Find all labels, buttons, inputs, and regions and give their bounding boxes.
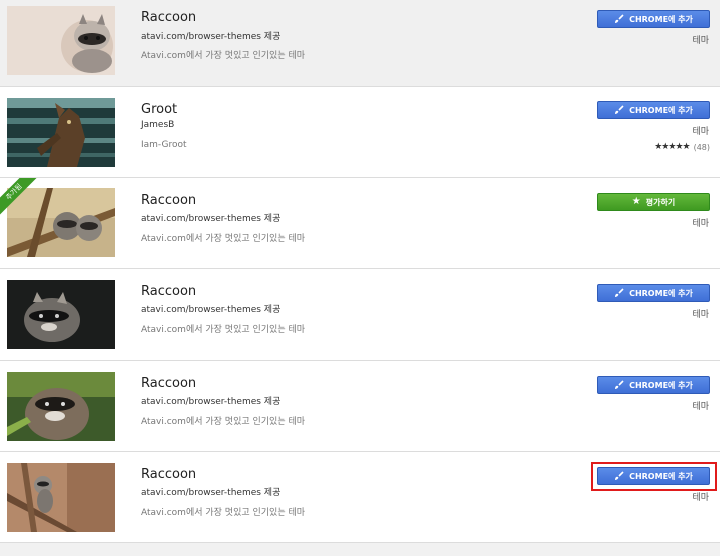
theme-thumbnail[interactable] bbox=[7, 280, 115, 349]
brush-icon bbox=[614, 380, 624, 390]
theme-author: JamesB bbox=[141, 120, 175, 130]
rating-count: (48) bbox=[693, 142, 710, 152]
rating-stars: ★★★★★ bbox=[654, 142, 690, 152]
theme-author: atavi.com/browser-themes 제공 bbox=[141, 305, 281, 315]
theme-item-groot[interactable]: Groot JamesB Iam-Groot CHROME에 추가 테마 ★★★… bbox=[0, 87, 720, 178]
add-to-chrome-button[interactable]: CHROME에 추가 bbox=[597, 101, 710, 119]
item-type-label: 테마 bbox=[692, 219, 709, 229]
theme-description: Iam-Groot bbox=[141, 140, 187, 150]
theme-item-raccoon-1[interactable]: Raccoon atavi.com/browser-themes 제공 Atav… bbox=[0, 0, 720, 87]
add-to-chrome-label: CHROME에 추가 bbox=[629, 380, 693, 390]
brush-icon bbox=[614, 105, 624, 115]
theme-author: atavi.com/browser-themes 제공 bbox=[141, 214, 281, 224]
theme-item-raccoon-6[interactable]: Raccoon atavi.com/browser-themes 제공 Atav… bbox=[0, 452, 720, 543]
theme-item-raccoon-4[interactable]: Raccoon atavi.com/browser-themes 제공 Atav… bbox=[0, 269, 720, 361]
rating: ★★★★★ (48) bbox=[654, 142, 710, 152]
item-type-label: 테마 bbox=[692, 310, 709, 320]
theme-description: Atavi.com에서 가장 멋있고 인기있는 테마 bbox=[141, 417, 306, 427]
add-to-chrome-label: CHROME에 추가 bbox=[629, 288, 693, 298]
theme-thumbnail[interactable] bbox=[7, 463, 115, 532]
theme-title[interactable]: Raccoon bbox=[141, 193, 196, 208]
theme-author: atavi.com/browser-themes 제공 bbox=[141, 397, 281, 407]
rate-button[interactable]: ★ 평가하기 bbox=[597, 193, 710, 211]
brush-icon bbox=[614, 471, 624, 481]
theme-description: Atavi.com에서 가장 멋있고 인기있는 테마 bbox=[141, 51, 306, 61]
theme-title[interactable]: Groot bbox=[141, 102, 177, 117]
theme-title[interactable]: Raccoon bbox=[141, 467, 196, 482]
theme-thumbnail[interactable] bbox=[7, 98, 115, 167]
star-icon: ★ bbox=[631, 196, 641, 207]
theme-thumbnail[interactable] bbox=[7, 6, 115, 75]
add-to-chrome-button[interactable]: CHROME에 추가 bbox=[597, 467, 710, 485]
theme-description: Atavi.com에서 가장 멋있고 인기있는 테마 bbox=[141, 234, 306, 244]
theme-author: atavi.com/browser-themes 제공 bbox=[141, 32, 281, 42]
item-type-label: 테마 bbox=[692, 493, 709, 503]
theme-thumbnail[interactable] bbox=[7, 372, 115, 441]
item-type-label: 테마 bbox=[692, 402, 709, 412]
add-to-chrome-button[interactable]: CHROME에 추가 bbox=[597, 376, 710, 394]
item-type-label: 테마 bbox=[692, 127, 709, 137]
add-to-chrome-label: CHROME에 추가 bbox=[629, 105, 693, 115]
theme-author: atavi.com/browser-themes 제공 bbox=[141, 488, 281, 498]
theme-item-raccoon-5[interactable]: Raccoon atavi.com/browser-themes 제공 Atav… bbox=[0, 361, 720, 452]
add-to-chrome-button[interactable]: CHROME에 추가 bbox=[597, 10, 710, 28]
theme-title[interactable]: Raccoon bbox=[141, 284, 196, 299]
add-to-chrome-button[interactable]: CHROME에 추가 bbox=[597, 284, 710, 302]
brush-icon bbox=[614, 14, 624, 24]
add-to-chrome-label: CHROME에 추가 bbox=[629, 14, 693, 24]
theme-item-raccoon-added[interactable]: 추가됨 Raccoon atavi.com/browser-themes 제공 … bbox=[0, 178, 720, 269]
theme-title[interactable]: Raccoon bbox=[141, 10, 196, 25]
theme-results-list: Raccoon atavi.com/browser-themes 제공 Atav… bbox=[0, 0, 720, 556]
theme-description: Atavi.com에서 가장 멋있고 인기있는 테마 bbox=[141, 325, 306, 335]
rate-label: 평가하기 bbox=[645, 197, 676, 207]
item-type-label: 테마 bbox=[692, 36, 709, 46]
theme-title[interactable]: Raccoon bbox=[141, 376, 196, 391]
theme-thumbnail[interactable] bbox=[7, 188, 115, 257]
theme-description: Atavi.com에서 가장 멋있고 인기있는 테마 bbox=[141, 508, 306, 518]
brush-icon bbox=[614, 288, 624, 298]
add-to-chrome-label: CHROME에 추가 bbox=[629, 471, 693, 481]
